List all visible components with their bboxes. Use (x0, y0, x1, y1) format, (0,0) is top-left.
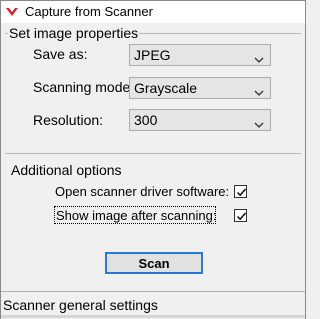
window-title: Capture from Scanner (25, 4, 153, 19)
group-label-image-properties: Set image properties (8, 25, 140, 41)
group-divider-additional-options (5, 153, 301, 154)
open-driver-checkbox[interactable] (234, 185, 247, 198)
chevron-down-icon (254, 116, 264, 128)
save-as-select[interactable]: JPEG (129, 44, 271, 66)
resolution-select[interactable]: 300 (129, 109, 271, 131)
chevron-down-icon (254, 84, 264, 96)
scanning-mode-value: Grayscale (134, 80, 198, 96)
resolution-value: 300 (134, 112, 158, 128)
window-bottom-edge (1, 315, 305, 318)
resolution-label: Resolution: (33, 112, 104, 128)
open-driver-label: Open scanner driver software: (55, 184, 230, 199)
scanning-mode-select[interactable]: Grayscale (129, 77, 271, 99)
show-image-label: Show image after scanning: (56, 208, 217, 223)
capture-dialog: Capture from Scanner Set image propertie… (0, 0, 306, 319)
scanning-mode-label: Scanning mode: (33, 79, 135, 95)
save-as-value: JPEG (134, 47, 171, 63)
scanner-app-icon (5, 5, 19, 19)
status-text: Scanner general settings (3, 297, 158, 313)
title-bar: Capture from Scanner (1, 1, 305, 23)
chevron-down-icon (254, 51, 264, 63)
show-image-checkbox[interactable] (234, 209, 247, 222)
scan-button[interactable]: Scan (105, 252, 203, 274)
save-as-label: Save as: (33, 46, 88, 62)
group-label-additional-options: Additional options (10, 162, 123, 178)
scan-button-label: Scan (138, 255, 170, 271)
